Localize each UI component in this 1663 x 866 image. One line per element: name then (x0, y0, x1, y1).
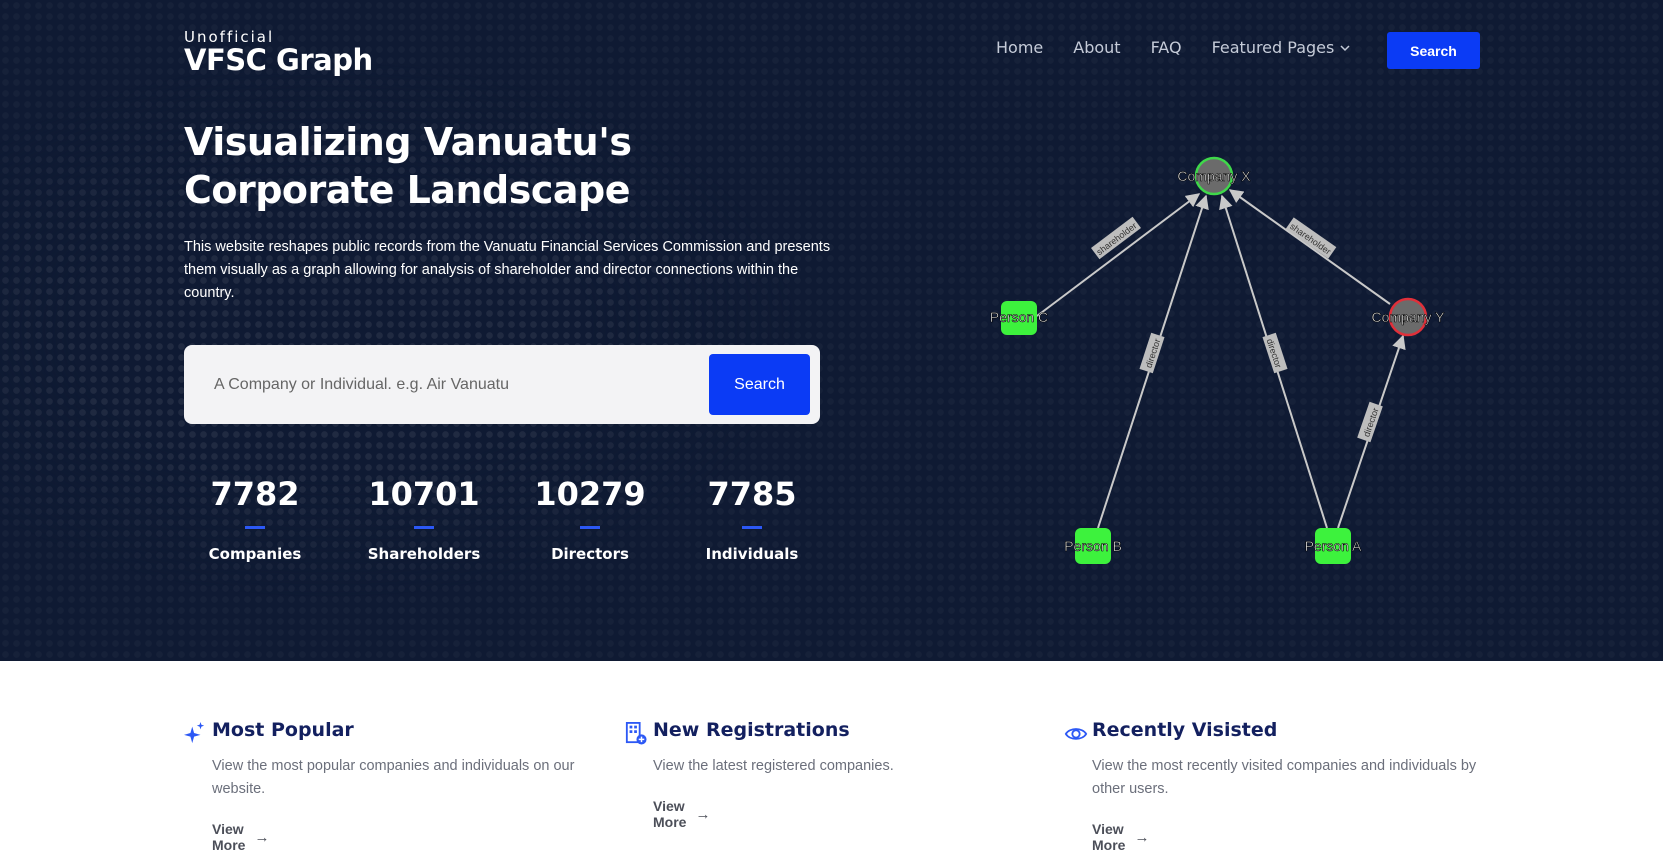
arrow-right-icon: → (254, 828, 270, 846)
svg-text:Person B: Person B (1064, 538, 1122, 554)
stat-value: 7785 (707, 475, 797, 513)
edge-c-to-x (1036, 193, 1201, 317)
example-graph[interactable]: shareholder shareholder director directo… (940, 140, 1480, 580)
edge-label: director (1139, 332, 1165, 374)
stat-companies: 7782 Companies (185, 474, 325, 563)
search-input[interactable] (212, 367, 636, 403)
edge-label: shareholder (1285, 217, 1337, 259)
search-button[interactable]: Search (709, 354, 810, 415)
feature-title: Most Popular (212, 719, 354, 741)
stat-individuals: 7785 Individuals (682, 474, 822, 563)
svg-text:shareholder: shareholder (1288, 221, 1333, 256)
view-more-link[interactable]: View More → (212, 821, 269, 853)
search-form: Search (184, 345, 820, 424)
stat-label: Individuals (705, 545, 799, 563)
stat-value: 10279 (534, 475, 646, 513)
nav-home[interactable]: Home (996, 38, 1043, 57)
edge-label: shareholder (1091, 216, 1141, 260)
svg-text:Company X: Company X (1177, 168, 1251, 184)
edge-label: director (1262, 332, 1288, 374)
view-more-link[interactable]: View More → (1092, 821, 1149, 853)
nav-search-button[interactable]: Search (1387, 32, 1480, 69)
view-more-link[interactable]: View More → (653, 798, 710, 830)
node-person-a[interactable]: Person A (1304, 528, 1362, 564)
svg-text:Company Y: Company Y (1372, 309, 1446, 325)
stat-label: Shareholders (367, 545, 481, 563)
stat-directors: 10279 Directors (520, 474, 660, 563)
sparkles-icon (184, 722, 205, 744)
chevron-down-icon (1340, 44, 1350, 51)
main-nav: Home About FAQ Featured Pages (996, 38, 1381, 57)
features-section: Most Popular View the most popular compa… (0, 661, 1663, 866)
svg-text:shareholder: shareholder (1095, 221, 1139, 258)
nav-faq[interactable]: FAQ (1151, 38, 1182, 57)
arrow-right-icon: → (1134, 828, 1150, 846)
node-person-c[interactable]: Person C (990, 301, 1048, 335)
stat-divider (414, 526, 434, 529)
node-company-x[interactable]: Company X (1177, 156, 1252, 196)
feature-description: View the most popular companies and indi… (212, 758, 575, 797)
feature-description: View the most recently visited companies… (1092, 758, 1477, 797)
feature-title: New Registrations (653, 719, 850, 741)
stat-divider (245, 526, 265, 529)
hero-title: Visualizing Vanuatu's Corporate Landscap… (184, 120, 632, 212)
stat-divider (580, 526, 600, 529)
feature-title: Recently Visisted (1092, 719, 1278, 741)
stat-shareholders: 10701 Shareholders (354, 474, 494, 563)
nav-about[interactable]: About (1073, 38, 1120, 57)
building-add-icon (625, 722, 647, 745)
site-logo[interactable]: Unofficial VFSC Graph (184, 30, 373, 77)
stat-divider (742, 526, 762, 529)
stat-label: Directors (551, 545, 629, 563)
logo-title: VFSC Graph (184, 43, 373, 77)
stat-value: 7782 (210, 475, 300, 513)
stat-value: 10701 (368, 475, 480, 513)
eye-icon (1064, 728, 1088, 740)
nav-featured-pages[interactable]: Featured Pages (1212, 38, 1352, 57)
svg-text:Person A: Person A (1305, 538, 1362, 554)
node-person-b[interactable]: Person B (1064, 528, 1122, 564)
stat-label: Companies (208, 545, 302, 563)
edge-y-to-x (1228, 189, 1391, 305)
edge-label: director (1357, 401, 1383, 443)
hero-section: Unofficial VFSC Graph Home About FAQ Fea… (0, 0, 1663, 661)
node-company-y[interactable]: Company Y (1371, 297, 1446, 337)
hero-description: This website reshapes public records fro… (184, 239, 831, 301)
svg-text:Person C: Person C (990, 309, 1048, 325)
feature-description: View the latest registered companies. (653, 758, 894, 774)
arrow-right-icon: → (695, 805, 711, 823)
